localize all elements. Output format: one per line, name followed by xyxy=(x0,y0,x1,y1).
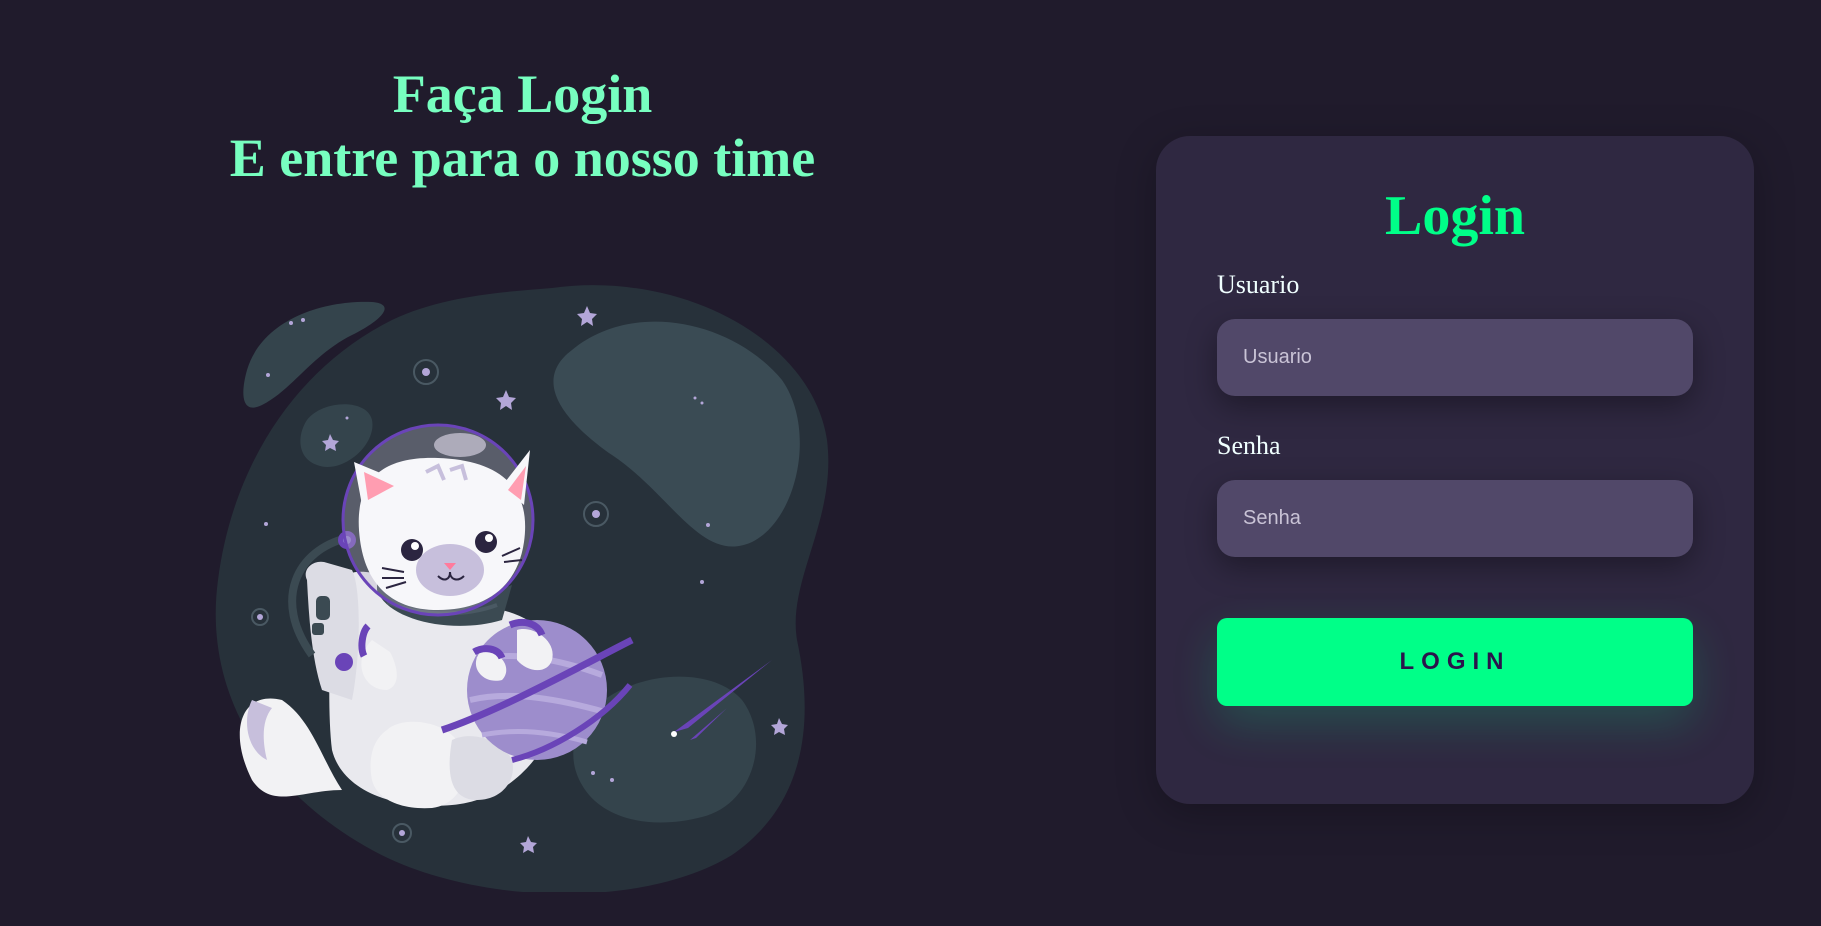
hero-title: Faça Login xyxy=(392,64,653,124)
login-page: Faça Login E entre para o nosso time Log… xyxy=(0,0,1821,926)
login-card: Login Usuario Senha Login xyxy=(1156,136,1754,804)
password-input[interactable] xyxy=(1217,480,1693,557)
hero-subtitle: E entre para o nosso time xyxy=(229,128,816,188)
password-label: Senha xyxy=(1217,431,1281,460)
hero-heading: Faça Login E entre para o nosso time xyxy=(200,62,845,190)
username-label: Usuario xyxy=(1217,270,1300,299)
astronaut-cat-illustration xyxy=(212,280,842,894)
login-title: Login xyxy=(1384,185,1526,247)
username-input[interactable] xyxy=(1217,319,1693,396)
login-button[interactable]: Login xyxy=(1217,618,1693,706)
